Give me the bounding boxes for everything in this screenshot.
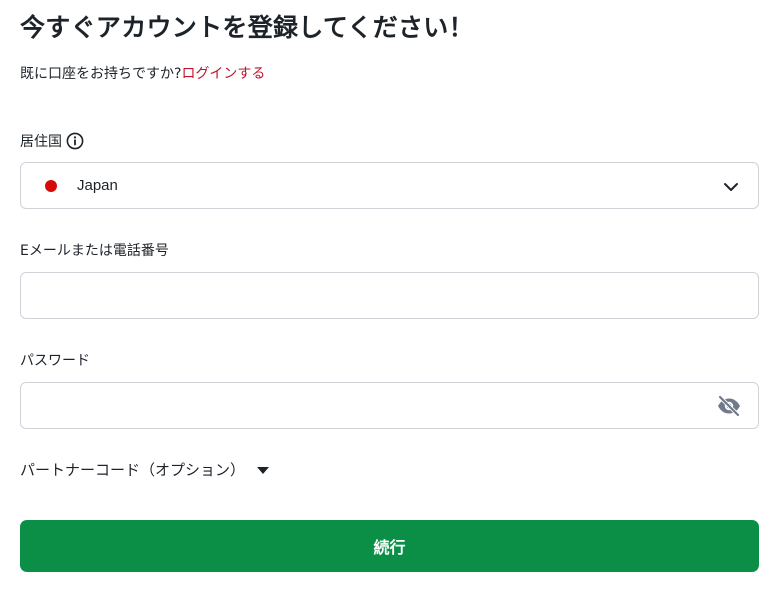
password-field[interactable] xyxy=(21,383,758,428)
email-label: Eメールまたは電話番号 xyxy=(20,243,169,259)
password-field-wrapper xyxy=(20,382,759,429)
partner-code-toggle[interactable]: パートナーコード（オプション） xyxy=(20,459,270,480)
signup-form: 今すぐアカウントを登録してください！ 既に口座をお持ちですか?ログインする 居住… xyxy=(20,0,759,593)
country-select[interactable]: Japan xyxy=(20,162,759,209)
selected-country: Japan xyxy=(77,177,118,194)
login-prompt: 既に口座をお持ちですか?ログインする xyxy=(20,63,265,83)
info-icon[interactable] xyxy=(66,132,84,150)
partner-code-label: パートナーコード（オプション） xyxy=(20,461,246,479)
page-title: 今すぐアカウントを登録してください！ xyxy=(20,13,474,42)
japan-flag-icon xyxy=(45,179,57,192)
chevron-down-icon[interactable] xyxy=(722,178,740,196)
continue-button[interactable]: 続行 xyxy=(20,520,759,572)
caret-down-icon xyxy=(257,467,270,474)
login-prompt-text: 既に口座をお持ちですか? xyxy=(20,66,182,82)
residence-label: 居住国 xyxy=(20,134,62,150)
email-field-wrapper xyxy=(20,272,759,319)
password-label: パスワード xyxy=(20,353,90,369)
residence-label-row: 居住国 xyxy=(20,131,84,151)
eye-off-icon[interactable] xyxy=(716,394,742,418)
email-field[interactable] xyxy=(21,273,758,318)
login-link[interactable]: ログインする xyxy=(181,66,265,82)
